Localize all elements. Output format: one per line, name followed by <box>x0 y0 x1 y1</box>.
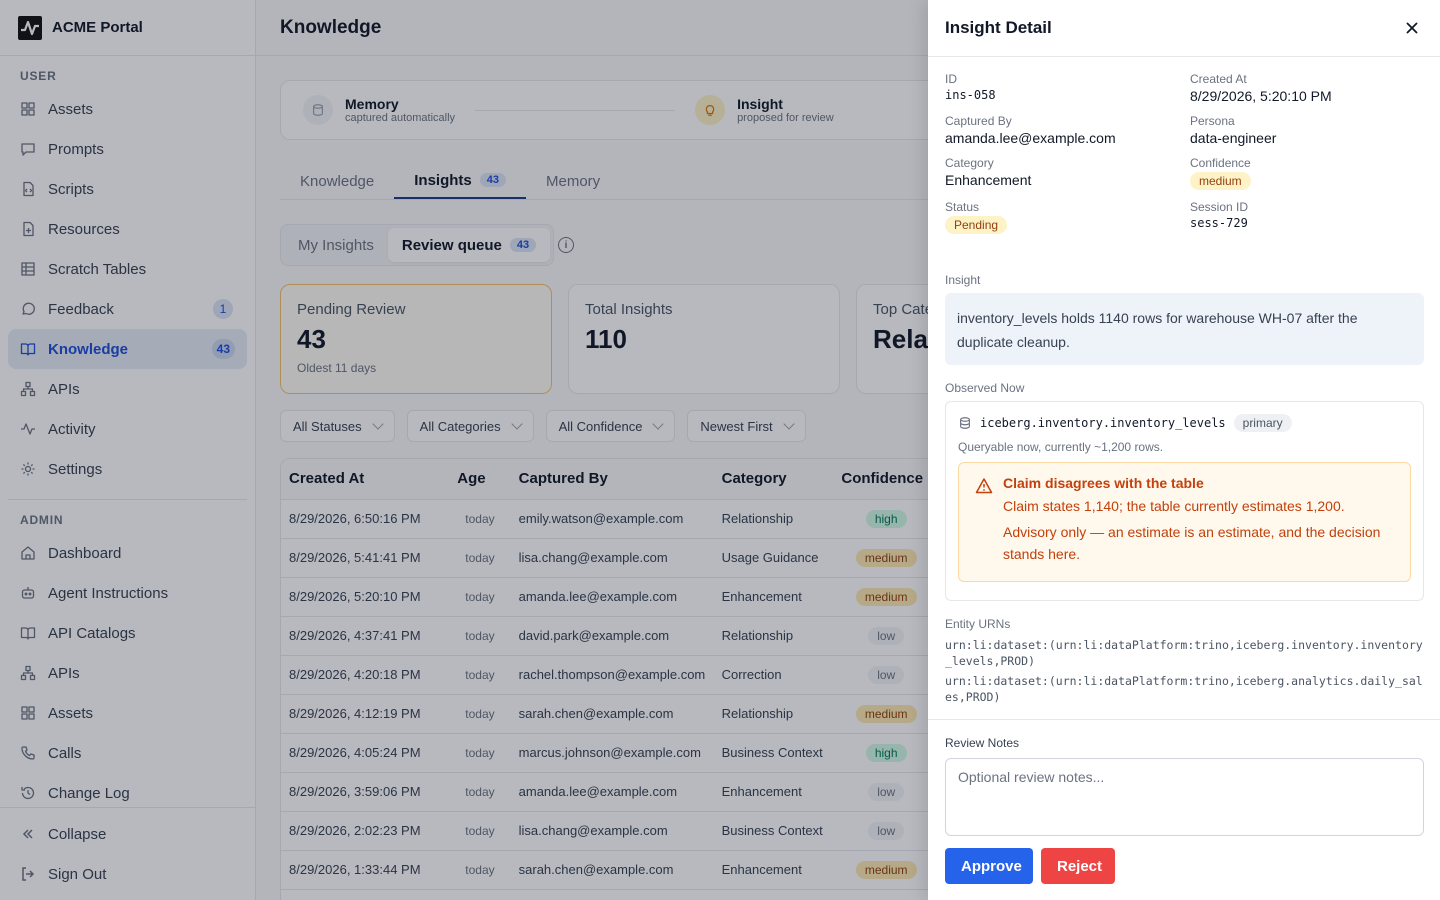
field-session-id: Session ID sess-729 <box>1190 200 1425 234</box>
close-icon[interactable] <box>1402 18 1422 38</box>
persona-value: data-engineer <box>1190 130 1277 146</box>
approve-button[interactable]: Approve <box>945 848 1033 884</box>
insight-text: inventory_levels holds 1140 rows for war… <box>945 293 1424 365</box>
field-confidence: Confidence medium <box>1190 156 1425 190</box>
drawer-header: Insight Detail <box>928 0 1440 57</box>
field-captured-by: Captured By amanda.lee@example.com <box>945 114 1190 146</box>
insight-id: ins-058 <box>945 88 996 102</box>
insight-label: Insight <box>945 273 981 287</box>
created-at-value: 8/29/2026, 5:20:10 PM <box>1190 88 1332 104</box>
warning-triangle-icon <box>975 477 993 495</box>
warning-detail: Claim states 1,140; the table currently … <box>1003 498 1345 514</box>
field-category: Category Enhancement <box>945 156 1190 190</box>
field-created-at: Created At 8/29/2026, 5:20:10 PM <box>1190 72 1425 104</box>
primary-tag: primary <box>1233 414 1292 432</box>
field-label: Persona <box>1190 114 1235 128</box>
field-status: Status Pending <box>945 200 1190 234</box>
observed-table-name[interactable]: iceberg.inventory.inventory_levels <box>980 416 1226 430</box>
category-value: Enhancement <box>945 172 1032 188</box>
field-label: Status <box>945 200 980 214</box>
observed-label: Observed Now <box>945 381 1025 395</box>
observed-table-row: iceberg.inventory.inventory_levels prima… <box>958 414 1411 432</box>
entity-urn: urn:li:dataset:(urn:li:dataPlatform:trin… <box>945 674 1423 704</box>
modal-backdrop[interactable] <box>0 0 928 900</box>
field-label: Created At <box>1190 72 1247 86</box>
reject-button[interactable]: Reject <box>1041 848 1115 884</box>
database-icon <box>958 416 972 430</box>
observed-panel: iceberg.inventory.inventory_levels prima… <box>945 401 1424 601</box>
field-label: Category <box>945 156 994 170</box>
warning-advisory: Advisory only — an estimate is an estima… <box>1003 524 1381 562</box>
status-badge: Pending <box>945 216 1008 234</box>
captured-by-value: amanda.lee@example.com <box>945 130 1116 146</box>
entity-urn: urn:li:dataset:(urn:li:dataPlatform:trin… <box>945 638 1423 668</box>
claim-warning: Claim disagrees with the table Claim sta… <box>958 462 1411 582</box>
field-persona: Persona data-engineer <box>1190 114 1425 146</box>
review-notes-label: Review Notes <box>945 736 1020 750</box>
session-id-value: sess-729 <box>1190 216 1248 230</box>
observed-row-count: Queryable now, currently ~1,200 rows. <box>958 440 1164 454</box>
review-notes-input[interactable] <box>945 758 1424 836</box>
field-label: Captured By <box>945 114 1012 128</box>
field-label: Confidence <box>1190 156 1251 170</box>
warning-title: Claim disagrees with the table <box>1003 475 1204 491</box>
confidence-badge: medium <box>1190 172 1251 190</box>
field-id: ID ins-058 <box>945 72 1190 104</box>
field-label: ID <box>945 72 957 86</box>
entity-urns-label: Entity URNs <box>945 617 1011 631</box>
insight-fields: ID ins-058 Created At 8/29/2026, 5:20:10 P… <box>945 72 1425 234</box>
field-label: Session ID <box>1190 200 1249 214</box>
drawer-title: Insight Detail <box>945 18 1052 37</box>
drawer-divider <box>928 719 1440 720</box>
insight-detail-drawer: Insight Detail ID ins-058 Created At 8/29/… <box>928 0 1440 900</box>
